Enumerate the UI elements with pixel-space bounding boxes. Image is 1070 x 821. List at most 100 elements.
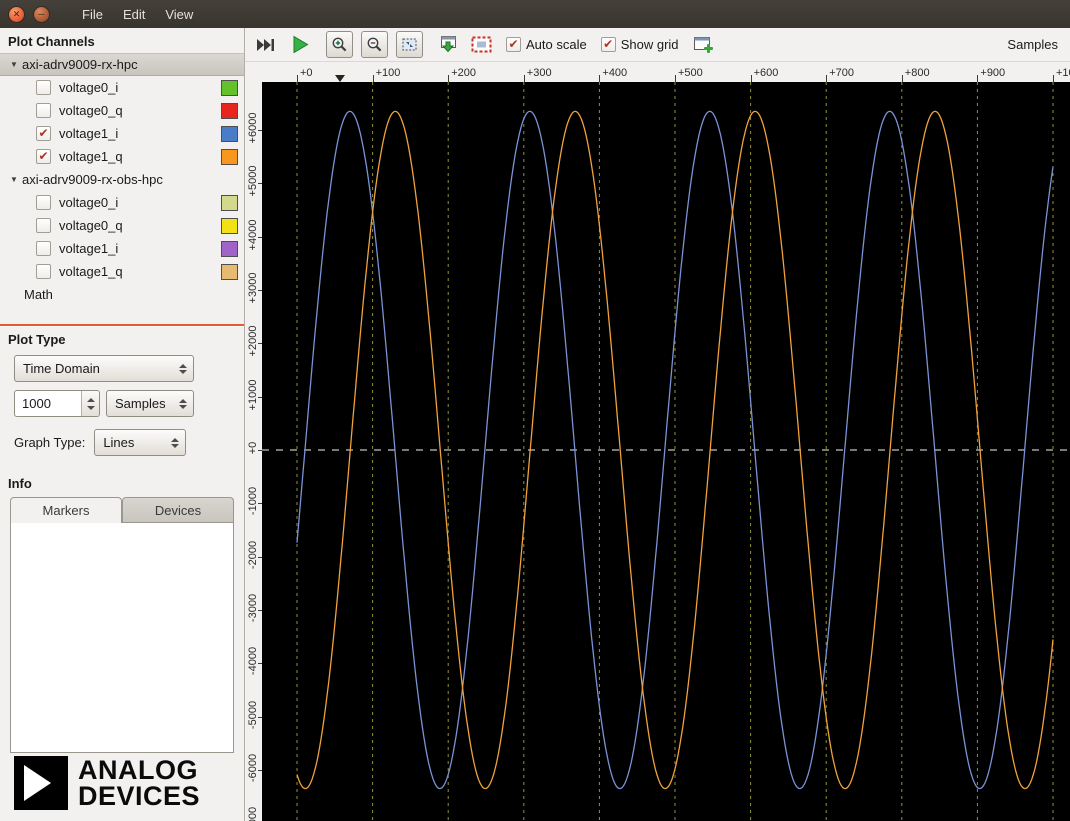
y-tick-label: -1000 (247, 486, 259, 516)
device-label: axi-adrv9009-rx-hpc (22, 57, 138, 72)
y-tick-label: -7000 (247, 799, 259, 821)
sample-count-spinner[interactable]: 1000 (14, 390, 100, 417)
channel-row[interactable]: voltage0_q (0, 214, 244, 237)
info-title: Info (8, 476, 32, 491)
show-grid-checkbox[interactable]: ✔ (600, 37, 616, 52)
channel-checkbox[interactable]: ✔ (36, 149, 51, 164)
expander-icon[interactable]: ▼ (6, 60, 22, 69)
x-tick (448, 75, 450, 82)
channel-row[interactable]: ✔ voltage1_q (0, 145, 244, 168)
menu-edit[interactable]: Edit (113, 3, 155, 26)
y-tick-label: +0 (247, 441, 259, 455)
tab-devices[interactable]: Devices (122, 497, 234, 522)
menubar: File Edit View (72, 3, 203, 26)
channel-checkbox[interactable] (36, 241, 51, 256)
show-grid-label: Show grid (620, 37, 679, 52)
y-tick-label: +4000 (247, 219, 259, 251)
x-tick (977, 75, 979, 82)
channel-row[interactable]: voltage1_i (0, 237, 244, 260)
tree-device-row[interactable]: ▼ axi-adrv9009-rx-obs-hpc (0, 168, 244, 191)
channel-row[interactable]: voltage1_q (0, 260, 244, 283)
channel-row[interactable]: ✔ voltage1_i (0, 122, 244, 145)
channel-checkbox[interactable] (36, 80, 51, 95)
channel-label: voltage0_i (59, 80, 119, 95)
x-tick (523, 75, 525, 82)
channel-label: voltage1_q (59, 264, 123, 279)
auto-scale-checkbox[interactable]: ✔ (506, 37, 521, 52)
zoom-fit-button[interactable] (396, 31, 423, 58)
channel-label: voltage1_i (59, 126, 119, 141)
plot-area[interactable] (262, 82, 1070, 821)
channel-row[interactable]: voltage0_i (0, 76, 244, 99)
channel-checkbox[interactable]: ✔ (36, 126, 51, 141)
tree-item-math[interactable]: Math (0, 283, 244, 306)
x-tick (675, 75, 676, 82)
channel-color-swatch (221, 125, 238, 142)
x-tick (901, 75, 903, 82)
channel-label: voltage0_q (59, 218, 123, 233)
plot-type-select[interactable]: Time Domain (14, 355, 194, 382)
auto-scale-label: Auto scale (526, 37, 587, 52)
zoom-out-button[interactable] (361, 31, 388, 58)
x-tick (826, 75, 828, 82)
x-tick-label: +400 (602, 67, 628, 79)
tree-device-row[interactable]: ▼ axi-adrv9009-rx-hpc (0, 53, 244, 76)
y-tick-label: +3000 (247, 272, 259, 304)
zoom-in-button[interactable] (326, 31, 353, 58)
expander-icon[interactable]: ▼ (6, 175, 22, 184)
channel-color-swatch (221, 148, 238, 165)
y-tick-label: +2000 (247, 325, 259, 357)
channel-row[interactable]: voltage0_i (0, 191, 244, 214)
plot-type-value: Time Domain (23, 361, 100, 376)
y-tick-label: +1000 (247, 379, 259, 411)
channel-row[interactable]: voltage0_q (0, 99, 244, 122)
channel-checkbox[interactable] (36, 264, 51, 279)
fullscreen-button[interactable] (471, 36, 492, 53)
capture-single-button[interactable] (255, 38, 276, 52)
chevron-updown-icon (179, 398, 187, 409)
save-capture-button[interactable] (437, 35, 459, 54)
markers-panel (10, 522, 234, 753)
adi-triangle-icon (14, 756, 68, 810)
plot-channels-title: Plot Channels (8, 34, 95, 49)
sample-unit-select[interactable]: Samples (106, 390, 194, 417)
channel-color-swatch (221, 217, 238, 234)
osc-window: ✕ ─ File Edit View Plot Channels ▼ axi-ad… (0, 0, 1070, 821)
graph-type-select[interactable]: Lines (94, 429, 187, 456)
minimize-button[interactable]: ─ (33, 5, 50, 23)
x-tick-label: +800 (904, 67, 930, 79)
channel-checkbox[interactable] (36, 218, 51, 233)
math-label: Math (24, 287, 53, 302)
waveform-plot[interactable] (262, 82, 1070, 821)
tab-markers[interactable]: Markers (10, 497, 122, 523)
channel-color-swatch (221, 240, 238, 257)
y-tick-label: +6000 (247, 112, 259, 144)
ruler-corner (245, 62, 262, 82)
y-tick-label: -6000 (247, 753, 259, 783)
x-tick (599, 75, 601, 82)
channel-color-swatch (221, 102, 238, 119)
x-tick-label: +200 (451, 67, 476, 79)
x-tick-label: +1000 (1056, 67, 1070, 79)
play-button[interactable] (292, 35, 310, 54)
menu-file[interactable]: File (72, 3, 113, 26)
ruler-marker-icon[interactable] (335, 75, 346, 82)
titlebar: ✕ ─ File Edit View (0, 0, 1070, 28)
x-ruler: +0 +100 +200 +300 +400 +500 +600 +700 +800 +900 +1… (262, 62, 1070, 82)
spinner-buttons[interactable] (81, 391, 99, 416)
x-tick-label: +100 (375, 67, 401, 79)
chevron-updown-icon (171, 437, 180, 448)
new-plot-button[interactable] (693, 35, 715, 54)
close-button[interactable]: ✕ (8, 5, 25, 23)
channel-label: voltage0_i (59, 195, 119, 210)
x-tick (372, 75, 374, 82)
channel-checkbox[interactable] (36, 195, 51, 210)
samples-axis-label: Samples (1007, 37, 1058, 52)
x-tick (1053, 75, 1054, 82)
channel-checkbox[interactable] (36, 103, 51, 118)
x-tick-label: +700 (829, 67, 854, 79)
menu-view[interactable]: View (155, 3, 203, 26)
y-tick-label: -5000 (247, 700, 259, 730)
channel-label: voltage0_q (59, 103, 123, 118)
logo-line2: DEVICES (78, 781, 201, 811)
